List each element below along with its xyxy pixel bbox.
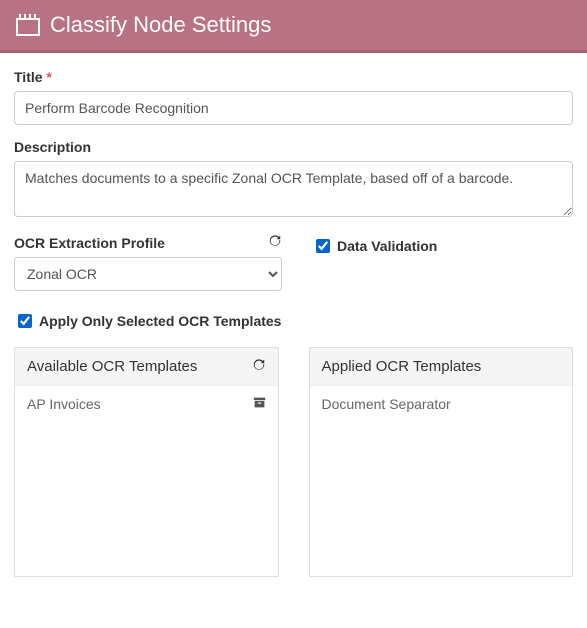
available-panel-body: AP Invoices (15, 386, 278, 576)
available-panel-header: Available OCR Templates (15, 348, 278, 386)
applied-panel-body: Document Separator (310, 386, 573, 576)
apply-only-checkbox[interactable] (18, 314, 32, 328)
list-item[interactable]: AP Invoices (15, 386, 278, 422)
available-templates-panel: Available OCR Templates AP Invoices (14, 347, 279, 577)
apply-only-label[interactable]: Apply Only Selected OCR Templates (39, 313, 281, 329)
dialog-content: Title * Description Matches documents to… (0, 53, 587, 597)
refresh-templates-icon[interactable] (252, 358, 266, 375)
description-label: Description (14, 139, 573, 155)
data-validation-row: Data Validation (312, 236, 437, 256)
profile-column: OCR Extraction Profile Zonal OCR (14, 234, 282, 291)
title-label-text: Title (14, 69, 43, 85)
profile-label: OCR Extraction Profile (14, 235, 165, 251)
applied-panel-header: Applied OCR Templates (310, 348, 573, 386)
profile-select[interactable]: Zonal OCR (14, 257, 282, 291)
dialog-title: Classify Node Settings (50, 12, 271, 38)
description-textarea[interactable]: Matches documents to a specific Zonal OC… (14, 161, 573, 217)
refresh-profiles-icon[interactable] (268, 234, 282, 251)
data-validation-label[interactable]: Data Validation (337, 238, 437, 254)
archive-icon[interactable] (253, 396, 266, 412)
apply-only-row: Apply Only Selected OCR Templates (14, 311, 573, 331)
applied-panel-title: Applied OCR Templates (322, 358, 482, 375)
available-panel-title: Available OCR Templates (27, 358, 197, 375)
title-label: Title * (14, 69, 573, 85)
node-icon (16, 14, 40, 36)
title-input[interactable] (14, 91, 573, 125)
applied-templates-panel: Applied OCR Templates Document Separator (309, 347, 574, 577)
list-item[interactable]: Document Separator (310, 386, 573, 422)
templates-row: Available OCR Templates AP Invoices (14, 347, 573, 577)
data-validation-checkbox[interactable] (316, 239, 330, 253)
dialog-header: Classify Node Settings (0, 0, 587, 53)
template-name: Document Separator (322, 396, 451, 412)
required-asterisk: * (46, 69, 51, 85)
template-name: AP Invoices (27, 396, 101, 412)
profile-validation-row: OCR Extraction Profile Zonal OCR Data Va… (14, 234, 573, 291)
profile-label-row: OCR Extraction Profile (14, 234, 282, 251)
